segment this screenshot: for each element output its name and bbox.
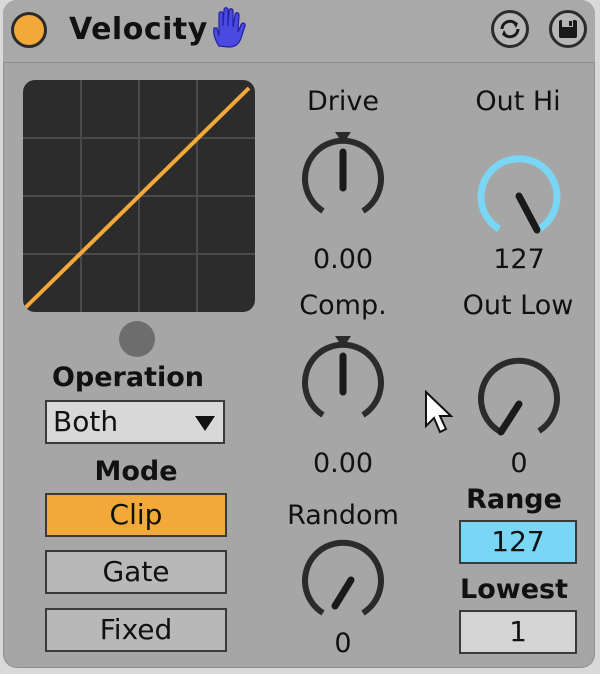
curve-indicator-dot xyxy=(119,321,155,357)
lowest-label: Lowest xyxy=(460,574,568,605)
comp-value: 0.00 xyxy=(312,448,374,479)
drive-knob[interactable] xyxy=(293,128,393,228)
velocity-device: Velocity Operation Both Mode Clip Gate F… xyxy=(3,0,595,668)
device-title: Velocity xyxy=(69,12,208,47)
out-hi-value: 127 xyxy=(493,244,545,275)
operation-value: Both xyxy=(53,405,119,438)
save-preset-button[interactable] xyxy=(549,10,587,48)
save-preset-icon xyxy=(559,20,577,38)
power-toggle-icon[interactable] xyxy=(11,12,47,48)
comp-label: Comp. xyxy=(299,290,387,321)
velocity-curve-line xyxy=(23,86,251,310)
dropdown-arrow-icon xyxy=(195,416,215,431)
mode-clip-button[interactable]: Clip xyxy=(45,493,227,537)
random-value: 0 xyxy=(334,628,352,659)
out-hi-label: Out Hi xyxy=(475,86,561,117)
operation-label: Operation xyxy=(51,362,205,393)
comp-knob[interactable] xyxy=(293,332,393,432)
out-low-knob[interactable] xyxy=(469,348,569,448)
device-title-bar[interactable]: Velocity xyxy=(3,0,595,63)
hand-icon xyxy=(213,7,246,48)
out-low-value: 0 xyxy=(510,448,528,479)
mouse-cursor-icon xyxy=(425,390,454,434)
range-number-box[interactable]: 127 xyxy=(459,520,577,564)
random-knob[interactable] xyxy=(293,530,393,630)
operation-dropdown[interactable]: Both xyxy=(45,400,225,444)
mode-label: Mode xyxy=(94,456,178,487)
random-label: Random xyxy=(287,500,399,531)
out-low-label: Out Low xyxy=(462,290,574,321)
drive-label: Drive xyxy=(307,86,379,117)
lowest-number-box[interactable]: 1 xyxy=(459,610,577,654)
mode-gate-button[interactable]: Gate xyxy=(45,550,227,594)
hot-swap-icon xyxy=(500,19,520,39)
hot-swap-button[interactable] xyxy=(491,10,529,48)
out-hi-knob[interactable] xyxy=(469,146,569,246)
drive-value: 0.00 xyxy=(312,244,374,275)
velocity-curve-graph xyxy=(23,80,255,312)
mode-fixed-button[interactable]: Fixed xyxy=(45,608,227,652)
range-label: Range xyxy=(466,484,562,515)
velocity-curve-display[interactable] xyxy=(23,80,255,312)
